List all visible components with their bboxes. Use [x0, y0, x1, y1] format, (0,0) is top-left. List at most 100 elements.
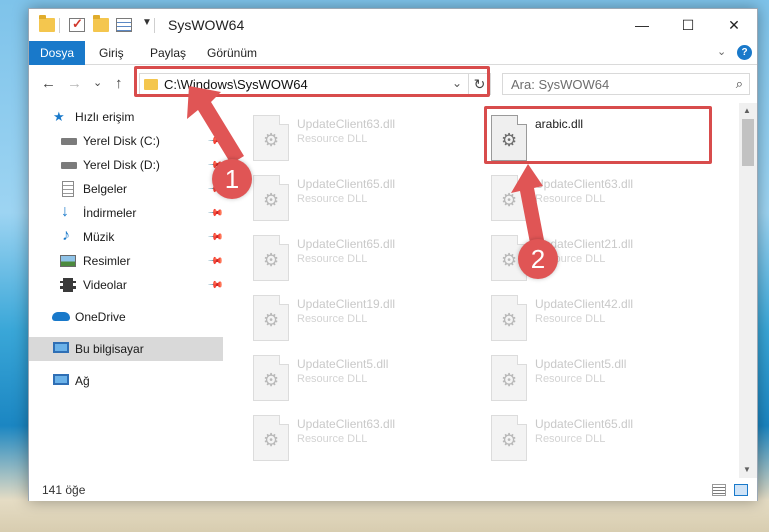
refresh-button[interactable]: ↻	[468, 73, 490, 95]
drive-icon	[61, 138, 77, 145]
file-item[interactable]: ⚙ UpdateClient63.dll Resource DLL	[249, 411, 479, 467]
address-folder-icon	[144, 79, 158, 90]
file-item[interactable]: ⚙ UpdateClient5.dll Resource DLL	[249, 351, 479, 407]
gear-icon: ⚙	[501, 370, 518, 390]
title-bar: ▼ SysWOW64 — ☐ ✕	[29, 9, 757, 41]
pin-icon[interactable]: 📌	[207, 253, 224, 270]
new-folder-icon[interactable]	[93, 15, 109, 32]
dll-file-icon: ⚙	[491, 115, 527, 161]
dll-file-icon: ⚙	[491, 175, 527, 221]
qat-customize-icon[interactable]: ▼	[142, 17, 152, 28]
file-item[interactable]: ⚙ UpdateClient65.dll Resource DLL	[249, 231, 479, 287]
sidebar-item-downloads[interactable]: ↓ İndirmeler 📌	[29, 201, 224, 225]
pin-icon[interactable]: 📌	[207, 277, 224, 294]
tab-file[interactable]: Dosya	[29, 41, 85, 65]
file-item[interactable]: ⚙ UpdateClient63.dll Resource DLL	[249, 111, 479, 167]
title-separator	[154, 18, 155, 33]
gear-icon: ⚙	[263, 310, 280, 330]
recent-locations-button[interactable]: ⌄	[93, 76, 102, 89]
gear-icon: ⚙	[501, 130, 518, 150]
gear-icon: ⚙	[263, 190, 280, 210]
file-item-arabic-dll[interactable]: ⚙ arabic.dll	[487, 111, 717, 167]
file-item[interactable]: ⚙ UpdateClient19.dll Resource DLL	[249, 291, 479, 347]
sidebar-item-music[interactable]: ♪ Müzik 📌	[29, 225, 224, 249]
sidebar-item-pictures[interactable]: Resimler 📌	[29, 249, 224, 273]
documents-icon	[62, 181, 74, 197]
sidebar-item-this-pc[interactable]: Bu bilgisayar	[29, 337, 223, 361]
ribbon-tabs: Dosya Giriş Paylaş Görünüm ⌄ ?	[29, 41, 757, 65]
minimize-button[interactable]: —	[619, 9, 665, 41]
search-input[interactable]	[503, 74, 713, 94]
gear-icon: ⚙	[263, 430, 280, 450]
sidebar-item-onedrive[interactable]: OneDrive	[29, 305, 223, 329]
computer-icon	[53, 342, 69, 353]
gear-icon: ⚙	[263, 130, 280, 150]
sidebar-item-videos[interactable]: Videolar 📌	[29, 273, 224, 297]
network-icon	[53, 374, 69, 385]
properties-icon[interactable]	[116, 18, 132, 32]
star-icon: ★	[53, 109, 65, 124]
scroll-down-icon[interactable]: ▼	[743, 465, 751, 474]
search-box[interactable]: ⌕	[502, 73, 750, 95]
file-item[interactable]: ⚙ UpdateClient42.dll Resource DLL	[487, 291, 717, 347]
dll-file-icon: ⚙	[491, 415, 527, 461]
tab-share[interactable]: Paylaş	[150, 46, 186, 60]
dll-file-icon: ⚙	[253, 415, 289, 461]
file-item[interactable]: ⚙ UpdateClient65.dll Resource DLL	[487, 411, 717, 467]
address-bar[interactable]: C:\Windows\SysWOW64 ⌄ ↻	[139, 73, 491, 95]
large-icons-view-button[interactable]	[734, 484, 748, 496]
gear-icon: ⚙	[501, 190, 518, 210]
gear-icon: ⚙	[501, 430, 518, 450]
gear-icon: ⚙	[501, 310, 518, 330]
file-explorer-window: ▼ SysWOW64 — ☐ ✕ Dosya Giriş Paylaş Görü…	[28, 8, 758, 501]
properties-check-icon[interactable]	[69, 16, 85, 32]
step-2-badge: 2	[518, 239, 558, 279]
navigation-bar: ← → ⌄ ↑ C:\Windows\SysWOW64 ⌄ ↻ ⌕	[29, 66, 757, 102]
forward-button[interactable]: →	[67, 75, 82, 92]
pin-icon[interactable]: 📌	[207, 205, 224, 222]
dll-file-icon: ⚙	[253, 235, 289, 281]
tab-home[interactable]: Giriş	[99, 46, 124, 60]
step-1-badge: 1	[212, 159, 252, 199]
navigation-pane: ★ Hızlı erişim Yerel Disk (C:) 📌 Yerel D…	[29, 103, 224, 478]
pin-icon[interactable]: 📌	[207, 133, 224, 150]
help-icon[interactable]: ?	[737, 45, 752, 60]
sidebar-item-documents[interactable]: Belgeler 📌	[29, 177, 224, 201]
sidebar-item-network[interactable]: Ağ	[29, 369, 223, 393]
address-path[interactable]: C:\Windows\SysWOW64	[164, 77, 308, 92]
item-count: 141 öğe	[42, 483, 86, 497]
dll-file-icon: ⚙	[253, 295, 289, 341]
pin-icon[interactable]: 📌	[207, 229, 224, 246]
address-dropdown-icon[interactable]: ⌄	[452, 76, 462, 90]
up-button[interactable]: ↑	[115, 75, 123, 92]
cloud-icon	[52, 312, 70, 321]
vertical-scrollbar[interactable]: ▲ ▼	[739, 103, 757, 478]
scroll-up-icon[interactable]: ▲	[743, 106, 751, 115]
maximize-button[interactable]: ☐	[665, 9, 711, 41]
search-icon[interactable]: ⌕	[736, 76, 743, 92]
sidebar-item-disk-c[interactable]: Yerel Disk (C:) 📌	[29, 129, 224, 153]
scrollbar-thumb[interactable]	[742, 119, 754, 166]
back-button[interactable]: ←	[41, 75, 56, 92]
status-bar: 141 öğe	[29, 479, 757, 501]
qat-separator	[59, 18, 60, 33]
window-title: SysWOW64	[168, 17, 245, 33]
pictures-icon	[60, 255, 76, 267]
file-item[interactable]: ⚙ UpdateClient65.dll Resource DLL	[249, 171, 479, 227]
music-icon: ♪	[62, 227, 70, 244]
file-list: ⚙ UpdateClient63.dll Resource DLL ⚙ arab…	[224, 103, 739, 478]
dll-file-icon: ⚙	[253, 175, 289, 221]
tab-view[interactable]: Görünüm	[207, 46, 257, 60]
ribbon-expand-icon[interactable]: ⌄	[717, 45, 726, 58]
download-icon: ↓	[61, 203, 69, 220]
close-button[interactable]: ✕	[711, 9, 757, 41]
file-item[interactable]: ⚙ UpdateClient63.dll Resource DLL	[487, 171, 717, 227]
sidebar-item-quick-access[interactable]: ★ Hızlı erişim	[29, 105, 223, 129]
details-view-button[interactable]	[712, 484, 726, 496]
gear-icon: ⚙	[263, 250, 280, 270]
dll-file-icon: ⚙	[253, 115, 289, 161]
sidebar-item-disk-d[interactable]: Yerel Disk (D:) 📌	[29, 153, 224, 177]
file-item[interactable]: ⚙ UpdateClient5.dll Resource DLL	[487, 351, 717, 407]
folder-icon	[39, 15, 55, 32]
dll-file-icon: ⚙	[491, 295, 527, 341]
